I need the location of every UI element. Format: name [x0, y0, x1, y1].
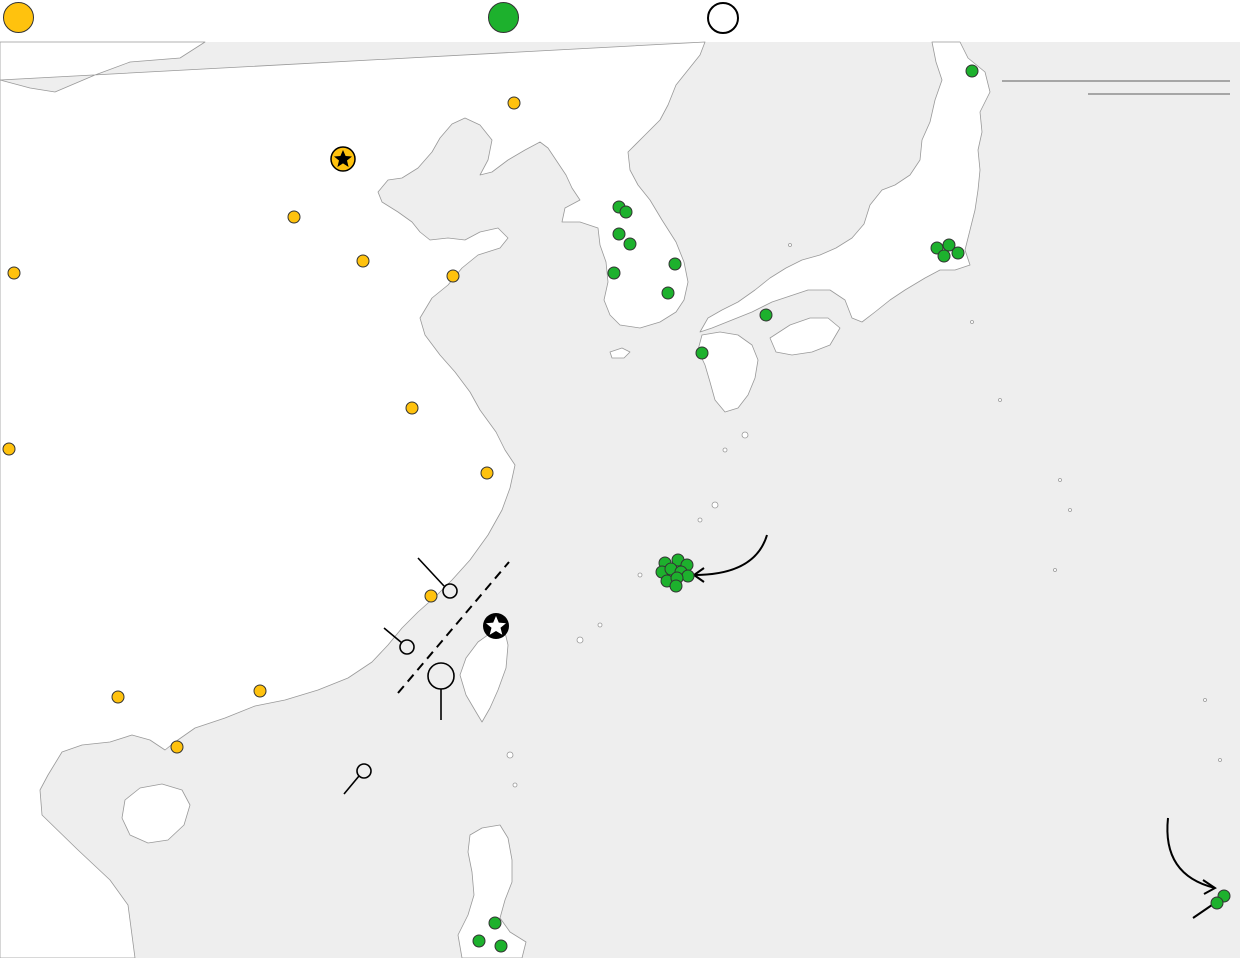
taipei-star-marker: [483, 613, 509, 639]
east-asia-map: [0, 41, 1240, 958]
beijing-star-marker: [330, 146, 356, 172]
map-stage: [0, 0, 1240, 958]
